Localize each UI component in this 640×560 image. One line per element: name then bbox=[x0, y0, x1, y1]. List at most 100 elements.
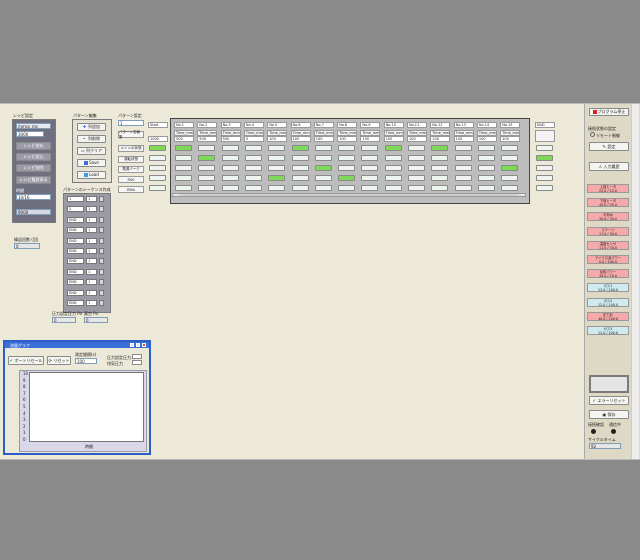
sequence-spin-button[interactable] bbox=[99, 289, 104, 296]
minimize-icon[interactable] bbox=[130, 343, 134, 347]
column-state-slot[interactable] bbox=[384, 145, 402, 151]
column-state-slot[interactable] bbox=[361, 145, 379, 151]
column-time-field[interactable]: 500 bbox=[220, 136, 241, 142]
column-time-field[interactable]: 500 bbox=[174, 136, 194, 142]
column-number-field[interactable]: No.2 bbox=[197, 122, 218, 128]
sequence-spin-button[interactable] bbox=[99, 237, 104, 244]
sequence-pattern-field[interactable]: END bbox=[67, 248, 84, 254]
sequence-pattern-field[interactable]: END bbox=[67, 216, 84, 223]
end-slot[interactable] bbox=[536, 185, 553, 191]
column-number-field[interactable]: No.3 bbox=[220, 122, 241, 128]
interval-field[interactable]: 100 bbox=[75, 358, 97, 364]
sequence-pattern-field[interactable]: END bbox=[67, 268, 84, 275]
column-state-slot[interactable] bbox=[244, 185, 262, 191]
column-state-slot[interactable] bbox=[454, 165, 472, 171]
column-state-slot[interactable] bbox=[268, 185, 286, 191]
column-state-slot[interactable] bbox=[454, 145, 472, 151]
sequence-repeat-field[interactable]: 1 bbox=[86, 300, 97, 306]
column-state-slot[interactable] bbox=[384, 165, 402, 171]
close-icon[interactable] bbox=[142, 343, 146, 347]
column-state-slot[interactable] bbox=[291, 155, 309, 161]
column-state-slot[interactable] bbox=[175, 165, 192, 171]
sequence-repeat-field[interactable]: 1 bbox=[86, 206, 97, 213]
column-state-slot[interactable] bbox=[408, 145, 425, 151]
delete-column-button[interactable]: ━ 列削除 bbox=[77, 135, 106, 143]
column-state-slot[interactable] bbox=[361, 175, 379, 181]
column-state-slot[interactable] bbox=[244, 145, 262, 151]
sequence-spin-button[interactable] bbox=[99, 248, 104, 254]
column-state-slot[interactable] bbox=[408, 155, 425, 161]
column-state-slot[interactable] bbox=[361, 155, 379, 161]
recipe-save-button[interactable]: レシピ保存 bbox=[16, 142, 51, 150]
column-state-slot[interactable] bbox=[338, 185, 356, 191]
start-slot[interactable] bbox=[149, 175, 166, 181]
column-state-slot[interactable] bbox=[408, 165, 425, 171]
column-state-slot[interactable] bbox=[244, 165, 262, 171]
sequence-pattern-field[interactable]: END bbox=[67, 227, 84, 234]
column-state-slot[interactable] bbox=[431, 145, 449, 151]
sequence-spin-button[interactable] bbox=[99, 300, 104, 306]
recipe-delete-button[interactable]: レシピ削除 bbox=[16, 164, 51, 172]
column-state-slot[interactable] bbox=[454, 185, 472, 191]
sequence-spin-button[interactable] bbox=[99, 216, 104, 223]
column-number-field[interactable]: No.9 bbox=[360, 122, 381, 128]
column-number-field[interactable]: No.8 bbox=[337, 122, 358, 128]
end-slot[interactable] bbox=[536, 155, 553, 161]
column-time-field[interactable]: 100 bbox=[313, 136, 334, 142]
save-button[interactable]: Save bbox=[77, 159, 106, 167]
sequence-spin-button[interactable] bbox=[99, 258, 104, 265]
column-state-slot[interactable] bbox=[221, 165, 239, 171]
sequence-repeat-field[interactable]: 1 bbox=[86, 268, 97, 275]
column-state-slot[interactable] bbox=[175, 145, 192, 151]
clear-column-button[interactable]: ▭ 列クリア bbox=[77, 147, 106, 155]
column-state-slot[interactable] bbox=[314, 185, 332, 191]
column-state-slot[interactable] bbox=[431, 185, 449, 191]
column-time-field[interactable]: 100 bbox=[383, 136, 404, 142]
column-time-field[interactable]: 100 bbox=[360, 136, 381, 142]
column-state-slot[interactable] bbox=[291, 145, 309, 151]
column-state-slot[interactable] bbox=[268, 175, 286, 181]
sequence-spin-button[interactable] bbox=[99, 206, 104, 213]
end-slot[interactable] bbox=[536, 165, 553, 171]
column-number-field[interactable]: No.15 bbox=[500, 122, 521, 128]
column-state-slot[interactable] bbox=[501, 175, 519, 181]
sequence-repeat-field[interactable]: 1 bbox=[86, 289, 97, 296]
scrollbar-thumb[interactable] bbox=[179, 194, 519, 196]
sequence-repeat-field[interactable]: 1 bbox=[86, 216, 97, 223]
start-slot[interactable] bbox=[149, 155, 166, 161]
column-state-slot[interactable] bbox=[221, 185, 239, 191]
recipe-value-field[interactable]: 3000 bbox=[16, 131, 44, 137]
error-reset-button[interactable]: ✔ エラーリセット bbox=[589, 396, 629, 405]
column-state-slot[interactable] bbox=[314, 145, 332, 151]
column-state-slot[interactable] bbox=[408, 185, 425, 191]
end-slot[interactable] bbox=[536, 175, 553, 181]
recipe-header-field[interactable]: mmss_ms bbox=[16, 123, 51, 129]
column-number-field[interactable]: No.11 bbox=[407, 122, 427, 128]
column-number-field[interactable]: No.12 bbox=[430, 122, 451, 128]
column-state-slot[interactable] bbox=[361, 165, 379, 171]
start-slot[interactable] bbox=[149, 165, 166, 171]
sequence-repeat-field[interactable]: 1 bbox=[86, 196, 97, 202]
column-state-slot[interactable] bbox=[198, 155, 216, 161]
column-state-slot[interactable] bbox=[338, 165, 356, 171]
column-time-field[interactable]: 100 bbox=[500, 136, 521, 142]
column-state-slot[interactable] bbox=[291, 165, 309, 171]
grid-scrollbar[interactable] bbox=[172, 193, 526, 197]
column-time-field[interactable]: 100 bbox=[267, 136, 288, 142]
column-state-slot[interactable] bbox=[384, 185, 402, 191]
sequence-pattern-field[interactable]: END bbox=[67, 289, 84, 296]
column-state-slot[interactable] bbox=[431, 175, 449, 181]
column-state-slot[interactable] bbox=[431, 155, 449, 161]
port-reset-button[interactable]: ✔ ポートリセール bbox=[8, 356, 44, 365]
column-state-slot[interactable] bbox=[501, 185, 519, 191]
sequence-pattern-field[interactable]: END bbox=[67, 279, 84, 286]
column-time-field[interactable]: 500 bbox=[197, 136, 218, 142]
column-state-slot[interactable] bbox=[198, 175, 216, 181]
column-state-slot[interactable] bbox=[268, 165, 286, 171]
column-state-slot[interactable] bbox=[314, 175, 332, 181]
save-log-button[interactable]: ▣ 保存 bbox=[589, 410, 629, 419]
add-column-button[interactable]: ✚ 列追加 bbox=[77, 123, 106, 131]
sequence-spin-button[interactable] bbox=[99, 227, 104, 234]
column-state-slot[interactable] bbox=[501, 155, 519, 161]
sequence-pattern-field[interactable]: 2 bbox=[67, 206, 84, 213]
